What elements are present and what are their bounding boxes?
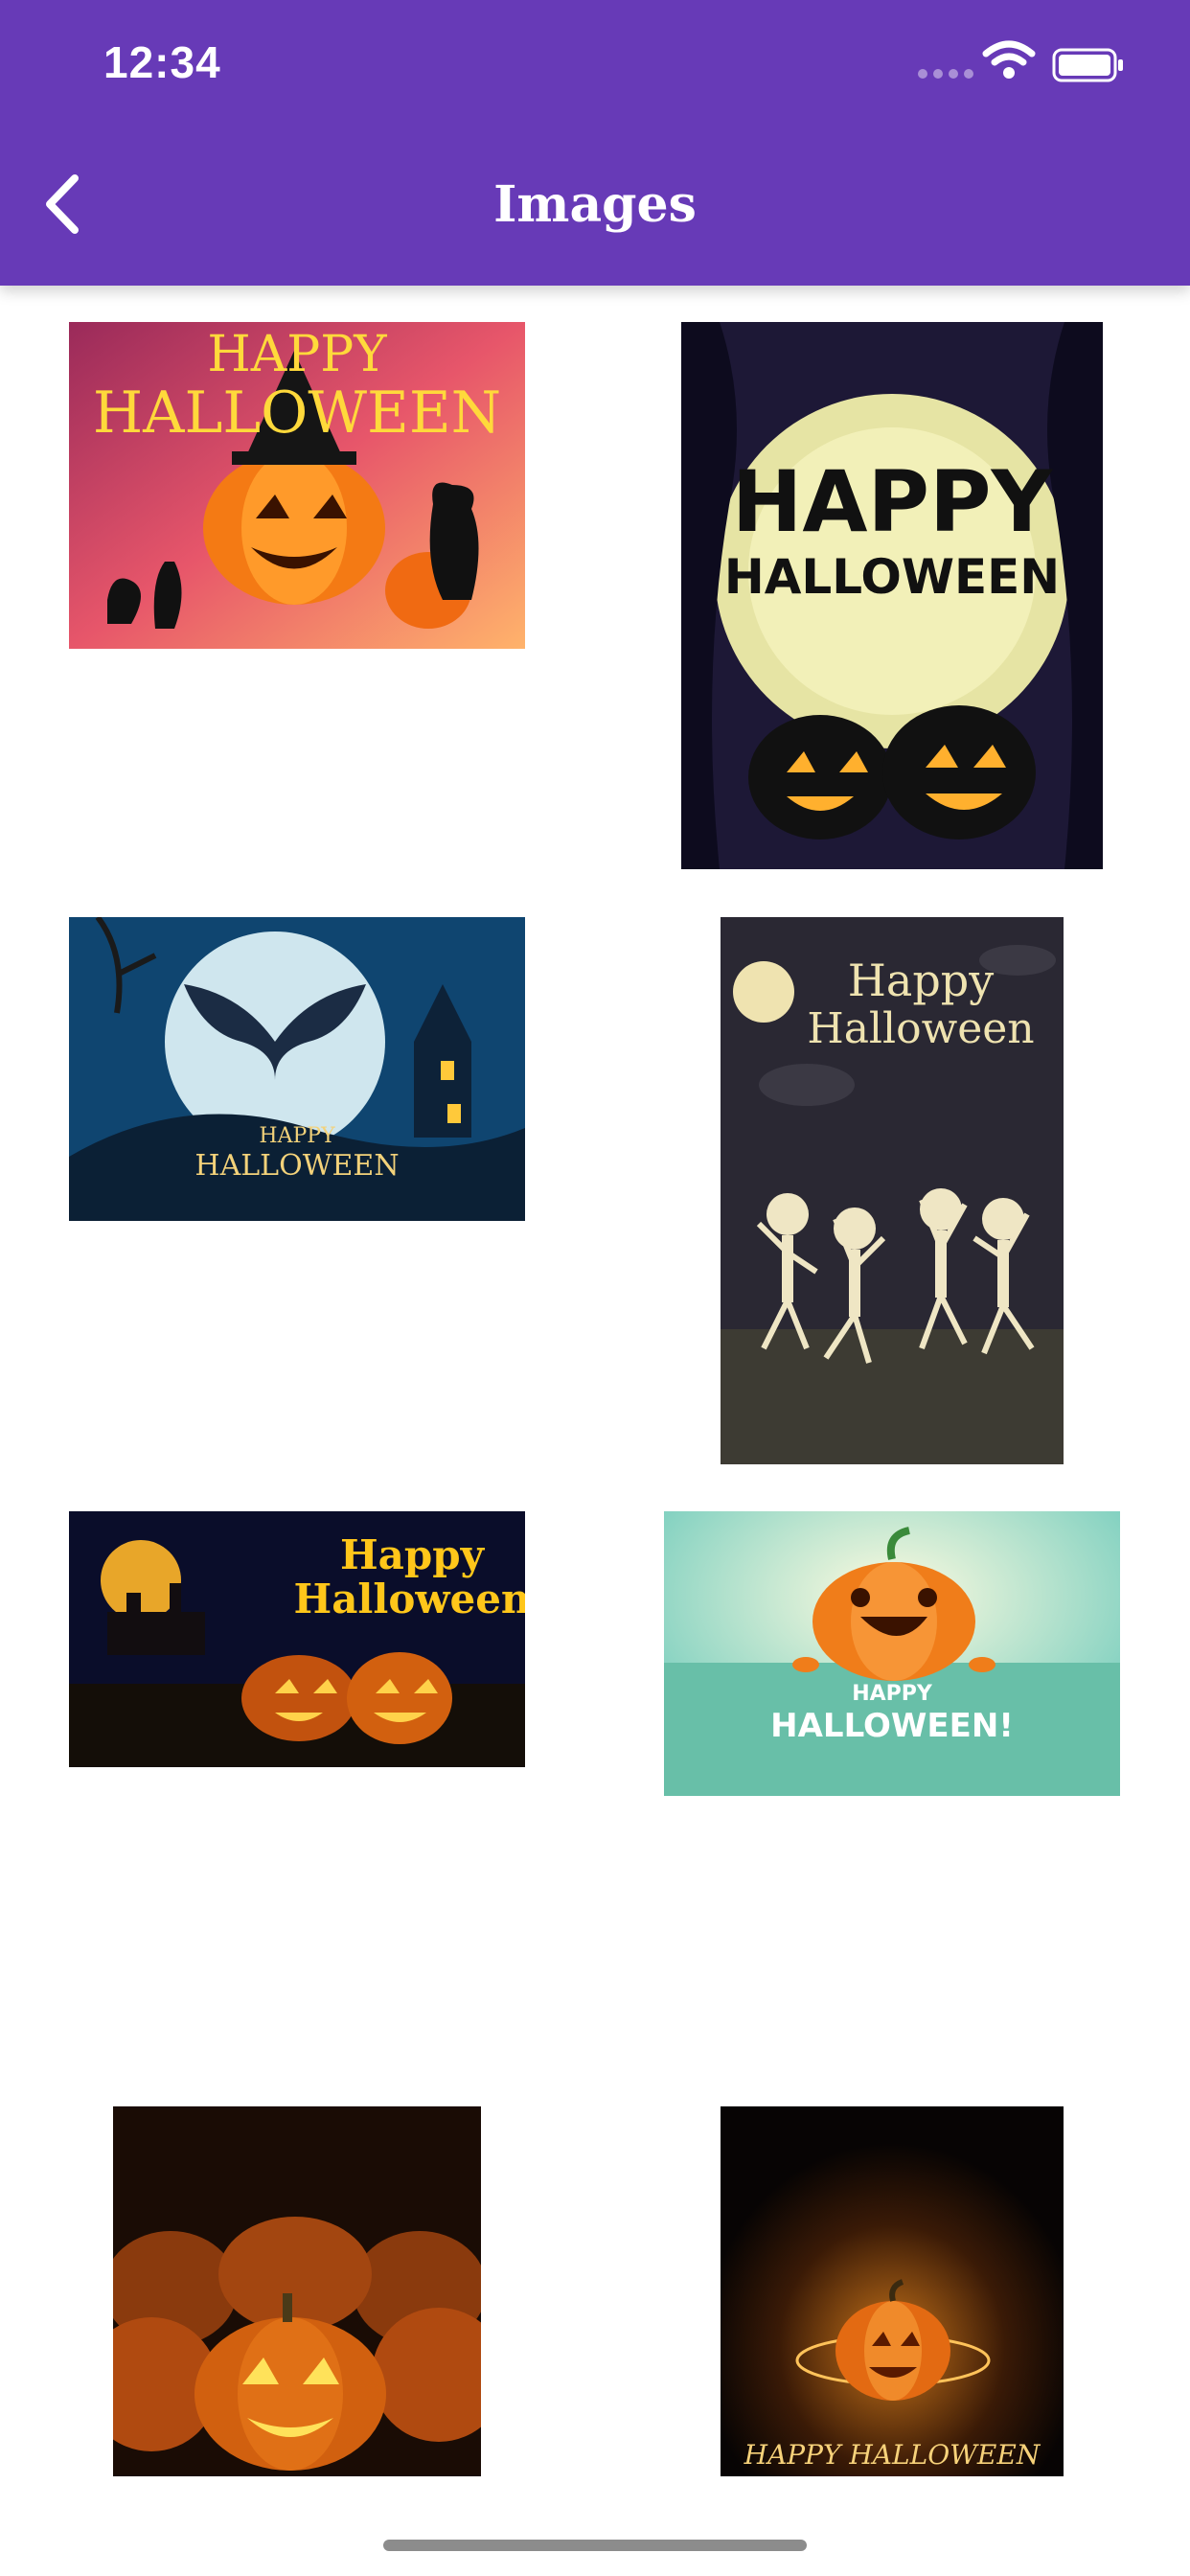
halloween-pumpkin-pile-image: [113, 2106, 481, 2476]
battery-icon: [1052, 48, 1123, 82]
image-thumbnail-8[interactable]: HAPPY HALLOWEEN: [721, 2106, 1064, 2476]
image-thumbnail-6[interactable]: HAPPY HALLOWEEN!: [664, 1511, 1120, 1796]
cellular-signal-icon: [918, 69, 973, 79]
status-time: 12:34: [103, 37, 221, 87]
halloween-moon-jackolanterns-image: [681, 322, 1103, 869]
image-thumbnail-2[interactable]: HAPPY HALLOWEEN: [681, 322, 1103, 869]
image-thumbnail-1[interactable]: HAPPY HALLOWEEN: [69, 322, 525, 649]
image-thumbnail-4[interactable]: Happy Halloween: [721, 917, 1064, 1464]
image-thumbnail-3[interactable]: HAPPY HALLOWEEN: [69, 917, 525, 1221]
app-header: 12:34 Images: [0, 0, 1190, 286]
image-thumbnail-5[interactable]: Happy Halloween: [69, 1511, 525, 1767]
page-title: Images: [493, 175, 697, 234]
halloween-bat-moon-castle-image: [69, 917, 525, 1221]
halloween-glowing-pumpkin-image: [721, 2106, 1064, 2476]
halloween-pumpkin-cats-image: [69, 322, 525, 649]
home-indicator[interactable]: [383, 2540, 807, 2551]
image-thumbnail-7[interactable]: [113, 2106, 481, 2476]
halloween-dancing-skeletons-image: [721, 917, 1064, 1464]
wifi-icon: [982, 40, 1036, 79]
halloween-night-pumpkins-image: [69, 1511, 525, 1767]
halloween-peeking-pumpkin-image: [664, 1511, 1120, 1796]
